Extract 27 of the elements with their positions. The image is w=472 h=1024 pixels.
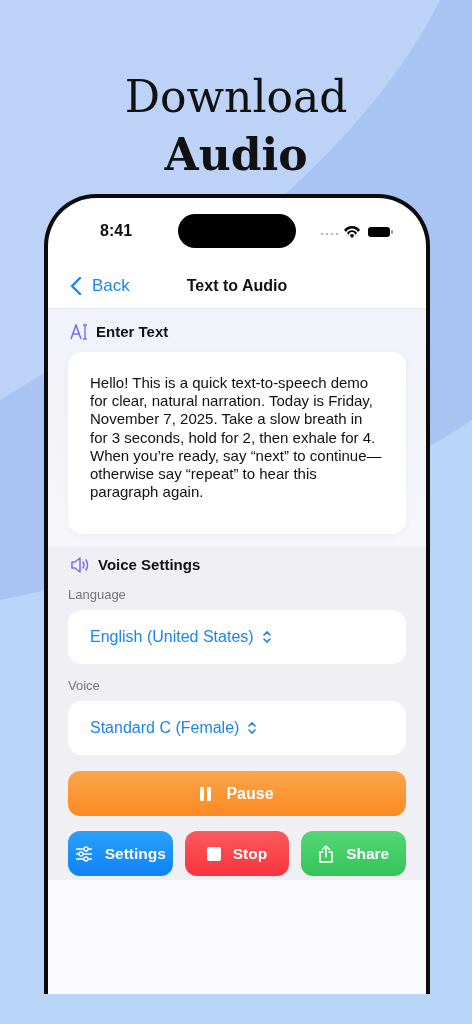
signal-icon: [320, 232, 339, 236]
text-cursor-icon: [70, 323, 88, 340]
screen-title: Text to Audio: [186, 277, 288, 295]
pause-icon: [200, 786, 213, 801]
chevron-up-down-icon: [247, 720, 258, 736]
stop-icon: [206, 846, 221, 861]
pause-button[interactable]: Pause: [68, 771, 406, 816]
back-chevron-icon: [70, 277, 82, 295]
stop-button[interactable]: Stop: [184, 831, 290, 876]
field-label: Voice: [68, 678, 101, 693]
field-label: Language: [68, 587, 127, 602]
section-title: Enter Text: [96, 323, 169, 340]
text-input[interactable]: Hello! This is a quick text-to-speech demo for clear, natural narration. Today is Friday, November 7, 2025. Take a slow breath in for 3 seconds, hold for 2, then exhale for 4. When you’re ready, say “next” to continue—otherwise say “repeat” to hear this paragraph again.: [68, 352, 406, 534]
share-icon: [318, 844, 335, 863]
section-title: Voice Settings: [98, 556, 201, 573]
picker[interactable]: Standard C (Female): [68, 701, 406, 755]
speaker-icon: [70, 556, 90, 573]
status-time: 8:41: [100, 222, 134, 240]
chevron-up-down-icon: [261, 629, 272, 645]
picker[interactable]: English (United States): [68, 610, 406, 664]
back-button[interactable]: Back: [48, 276, 130, 296]
sliders-icon: [74, 845, 93, 862]
wifi-icon: [344, 226, 360, 238]
battery-icon: [368, 227, 393, 237]
share-button[interactable]: Share: [301, 831, 406, 876]
headline: Download Audio: [123, 70, 349, 182]
settings-button[interactable]: Settings: [68, 831, 173, 876]
